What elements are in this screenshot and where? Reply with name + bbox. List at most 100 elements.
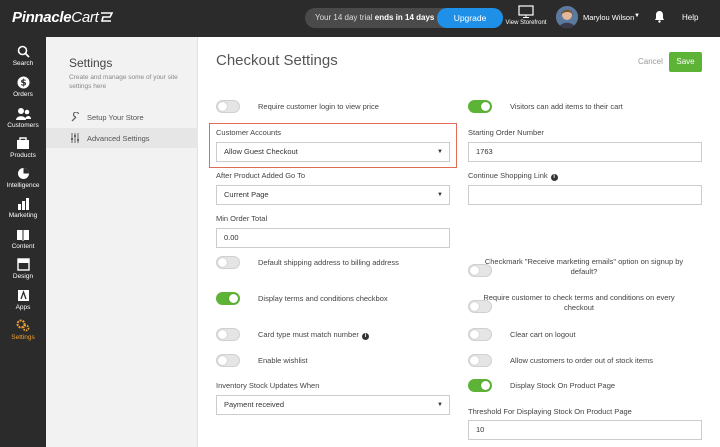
top-bar: PinnacleCart Your 14 day trial ends in 1… xyxy=(0,0,720,37)
design-icon xyxy=(16,258,30,271)
nav-label: Intelligence xyxy=(6,182,40,189)
label-checkmark-marketing: Checkmark "Receive marketing emails" opt… xyxy=(484,257,684,276)
label-inventory-updates: Inventory Stock Updates When xyxy=(216,381,320,390)
label-wishlist: Enable wishlist xyxy=(258,356,308,365)
nav-item-marketing[interactable]: Marketing xyxy=(0,197,46,219)
info-icon: i xyxy=(550,174,558,181)
nav-item-apps[interactable]: Apps xyxy=(0,289,46,311)
gear-icon xyxy=(16,319,30,332)
select-value: Allow Guest Checkout xyxy=(224,147,298,156)
sliders-icon xyxy=(71,133,79,143)
starting-order-input[interactable]: 1763 xyxy=(468,142,702,162)
settings-subpanel: Settings Create and manage some of your … xyxy=(46,37,198,447)
select-value: Current Page xyxy=(224,190,269,199)
monitor-icon xyxy=(518,5,534,18)
label-customer-accounts: Customer Accounts xyxy=(216,128,282,137)
toggle-out-of-stock[interactable] xyxy=(468,354,492,367)
nav-item-products[interactable]: Products xyxy=(0,137,46,159)
nav-label: Marketing xyxy=(8,212,38,219)
trial-banner: Your 14 day trial ends in 14 days Upgrad… xyxy=(305,8,503,28)
label-clear-cart: Clear cart on logout xyxy=(510,330,576,339)
label-min-order: Min Order Total xyxy=(216,214,268,223)
nav-item-intelligence[interactable]: Intelligence xyxy=(0,167,46,189)
label-display-stock: Display Stock On Product Page xyxy=(510,381,616,390)
dollar-icon: $ xyxy=(17,76,29,89)
label-after-added: After Product Added Go To xyxy=(216,171,306,180)
toggle-display-stock[interactable] xyxy=(468,379,492,392)
nav-item-customers[interactable]: Customers xyxy=(0,107,46,129)
search-icon xyxy=(17,45,30,58)
nav-label: Settings xyxy=(11,334,35,341)
logo[interactable]: PinnacleCart xyxy=(12,9,114,26)
save-button[interactable]: Save xyxy=(669,52,702,72)
toggle-require-login[interactable] xyxy=(216,100,240,113)
nav-label: Orders xyxy=(13,91,33,98)
info-icon: i xyxy=(361,333,369,340)
logo-cart-text: Cart xyxy=(71,9,99,26)
bar-chart-icon xyxy=(17,198,29,210)
nav-item-settings[interactable]: Settings xyxy=(0,319,46,341)
nav-label: Apps xyxy=(15,304,31,311)
label-visitors-add: Visitors can add items to their cart xyxy=(510,102,623,111)
nav-label: Content xyxy=(11,243,35,250)
label-starting-order: Starting Order Number xyxy=(468,128,544,137)
toggle-card-type[interactable] xyxy=(216,328,240,341)
subpanel-description: Create and manage some of your site sett… xyxy=(69,74,178,90)
left-nav: Search $ Orders Customers Products Intel… xyxy=(0,37,46,447)
label-card-type: Card type must match number i xyxy=(258,330,369,340)
sub-link-label: Advanced Settings xyxy=(87,134,150,143)
after-added-select[interactable]: Current Page ▼ xyxy=(216,185,450,205)
logo-mark-icon xyxy=(101,12,114,22)
nav-item-search[interactable]: Search xyxy=(0,45,46,67)
wrench-icon xyxy=(71,112,80,122)
select-value: Payment received xyxy=(224,400,285,409)
storefront-label: View Storefront xyxy=(505,20,547,26)
bell-icon[interactable] xyxy=(654,10,665,25)
dropdown-caret-icon: ▼ xyxy=(437,402,443,408)
upgrade-button[interactable]: Upgrade xyxy=(437,8,503,28)
nav-item-content[interactable]: Content xyxy=(0,228,46,250)
toggle-clear-cart[interactable] xyxy=(468,328,492,341)
inventory-updates-select[interactable]: Payment received ▼ xyxy=(216,395,450,415)
dropdown-caret-icon: ▼ xyxy=(437,192,443,198)
label-require-login: Require customer login to view price xyxy=(258,102,379,111)
help-link[interactable]: Help xyxy=(682,13,698,22)
toggle-default-shipping[interactable] xyxy=(216,256,240,269)
cancel-button[interactable]: Cancel xyxy=(638,57,663,66)
nav-label: Search xyxy=(12,60,34,67)
nav-label: Products xyxy=(10,152,36,159)
stock-threshold-input[interactable]: 10 xyxy=(468,420,702,440)
toggle-display-terms[interactable] xyxy=(216,292,240,305)
label-display-terms: Display terms and conditions checkbox xyxy=(258,294,388,303)
avatar[interactable] xyxy=(556,6,578,28)
toggle-visitors-add[interactable] xyxy=(468,100,492,113)
page-title: Checkout Settings xyxy=(216,52,338,69)
trial-text: Your 14 day trial ends in 14 days xyxy=(315,13,435,22)
label-default-shipping: Default shipping address to billing addr… xyxy=(258,258,399,267)
dropdown-caret-icon: ▼ xyxy=(437,149,443,155)
users-icon xyxy=(15,108,31,120)
label-out-of-stock: Allow customers to order out of stock it… xyxy=(510,356,653,365)
pie-chart-icon xyxy=(17,168,29,179)
svg-text:$: $ xyxy=(20,79,26,89)
chevron-down-icon[interactable]: ▼ xyxy=(634,13,640,19)
user-name[interactable]: Marylou Wilson xyxy=(583,13,634,22)
label-require-terms: Require customer to check terms and cond… xyxy=(483,293,675,312)
label-stock-threshold: Threshold For Displaying Stock On Produc… xyxy=(468,407,632,416)
products-icon xyxy=(17,137,29,149)
toggle-wishlist[interactable] xyxy=(216,354,240,367)
nav-label: Design xyxy=(12,273,34,280)
nav-label: Customers xyxy=(7,122,39,129)
subpanel-title: Settings xyxy=(69,56,113,70)
view-storefront-button[interactable]: View Storefront xyxy=(504,5,548,26)
customer-accounts-select[interactable]: Allow Guest Checkout ▼ xyxy=(216,142,450,162)
min-order-input[interactable]: 0.00 xyxy=(216,228,450,248)
nav-item-design[interactable]: Design xyxy=(0,258,46,280)
continue-link-input[interactable] xyxy=(468,185,702,205)
logo-text: Pinnacle xyxy=(12,9,72,26)
sub-link-label: Setup Your Store xyxy=(87,113,144,122)
book-icon xyxy=(17,230,29,241)
label-continue-link: Continue Shopping Link i xyxy=(468,171,558,181)
nav-item-orders[interactable]: $ Orders xyxy=(0,76,46,98)
apps-icon xyxy=(17,290,29,301)
